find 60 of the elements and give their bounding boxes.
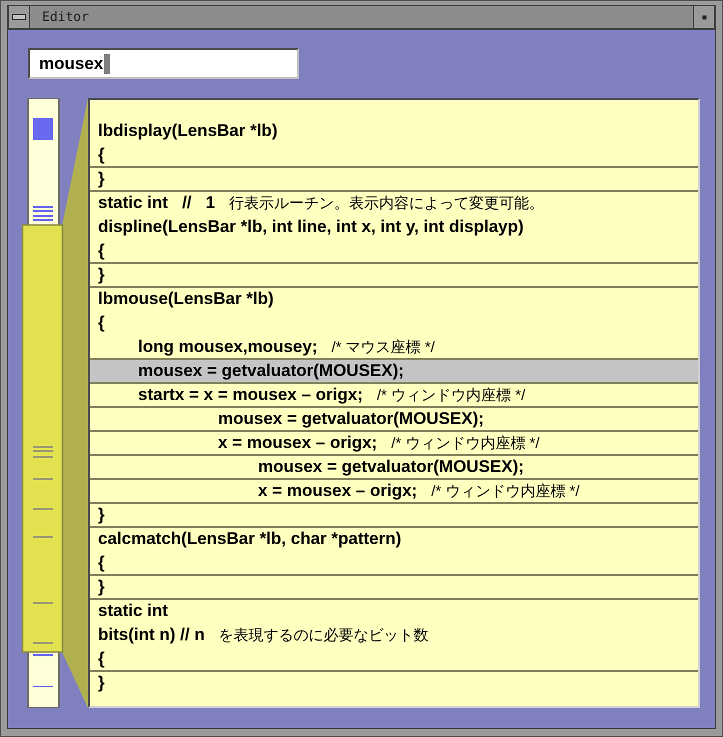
code-line[interactable]: mousex = getvaluator(MOUSEX); [90, 408, 698, 432]
code-text: { [98, 241, 105, 261]
code-comment: /* ウィンドウ内座標 */ [431, 482, 580, 501]
code-comment: /* ウィンドウ内座標 */ [376, 386, 526, 405]
square-icon [702, 14, 706, 20]
code-comment: を表現するのに必要なビット数 [218, 626, 429, 645]
code-text: } [98, 169, 105, 189]
code-text: x = mousex – origx; [258, 481, 418, 501]
code-line[interactable]: lbmouse(LensBar *lb) [90, 288, 698, 312]
code-line[interactable]: } [90, 264, 698, 288]
code-line[interactable]: { [90, 312, 698, 336]
code-text: calcmatch(LensBar *lb, char *pattern) [98, 529, 402, 549]
window-title: Editor [42, 10, 89, 24]
code-line[interactable]: } [90, 504, 698, 528]
code-text: displine(LensBar *lb, int line, int x, int y, int displayp) [98, 217, 524, 237]
code-text: startx = x = mousex – origx; [138, 385, 363, 405]
code-line[interactable]: } [90, 672, 698, 696]
code-line[interactable]: static int [90, 600, 698, 624]
code-text: lbmouse(LensBar *lb) [98, 289, 274, 309]
code-text: { [98, 649, 105, 669]
code-line[interactable]: displine(LensBar *lb, int line, int x, int y, int displayp) [90, 216, 698, 240]
code-text: { [98, 145, 105, 165]
search-field[interactable]: mousex [28, 48, 299, 79]
bar-icon [12, 14, 26, 20]
code-text: bits(int n) // n [98, 625, 205, 645]
code-text: } [98, 265, 105, 285]
code-text: mousex = getvaluator(MOUSEX); [258, 457, 524, 477]
code-text: lbdisplay(LensBar *lb) [98, 121, 278, 141]
code-text: { [98, 313, 105, 333]
minimap-lens-drawing[interactable] [21, 98, 88, 708]
text-cursor [104, 54, 110, 74]
code-line[interactable]: startx = x = mousex – origx; /* ウィンドウ内座標 */ [90, 384, 698, 408]
code-line[interactable]: bits(int n) // n を表現するのに必要なビット数 [90, 624, 698, 648]
code-comment: /* ウィンドウ内座標 */ [391, 434, 540, 453]
code-text: } [98, 577, 105, 597]
code-text: mousex = getvaluator(MOUSEX); [218, 409, 484, 429]
code-comment: /* マウス座標 */ [331, 338, 435, 357]
code-line[interactable]: { [90, 648, 698, 672]
code-text: { [98, 553, 105, 573]
code-text: x = mousex – origx; [218, 433, 378, 453]
code-text: } [98, 505, 105, 525]
code-line[interactable]: x = mousex – origx; /* ウィンドウ内座標 */ [90, 432, 698, 456]
code-text: } [98, 673, 105, 693]
code-text: static int [98, 601, 168, 621]
code-line[interactable]: lbdisplay(LensBar *lb) [90, 120, 698, 144]
code-text: long mousex,mousey; [138, 337, 318, 357]
code-line[interactable]: { [90, 144, 698, 168]
code-line[interactable]: { [90, 552, 698, 576]
code-text: static int // 1 [98, 193, 216, 213]
code-line[interactable]: } [90, 576, 698, 600]
code-line[interactable]: x = mousex – origx; /* ウィンドウ内座標 */ [90, 480, 698, 504]
minimize-button[interactable] [693, 6, 715, 28]
code-line[interactable]: mousex = getvaluator(MOUSEX); [90, 456, 698, 480]
code-text: mousex = getvaluator(MOUSEX); [138, 361, 404, 381]
code-line[interactable]: calcmatch(LensBar *lb, char *pattern) [90, 528, 698, 552]
code-line[interactable]: { [90, 240, 698, 264]
code-line[interactable]: } [90, 168, 698, 192]
code-comment: 行表示ルーチン。表示内容によって変更可能。 [229, 194, 544, 213]
window-menu-button[interactable] [8, 6, 30, 28]
code-line[interactable]: static int // 1 行表示ルーチン。表示内容によって変更可能。 [90, 192, 698, 216]
